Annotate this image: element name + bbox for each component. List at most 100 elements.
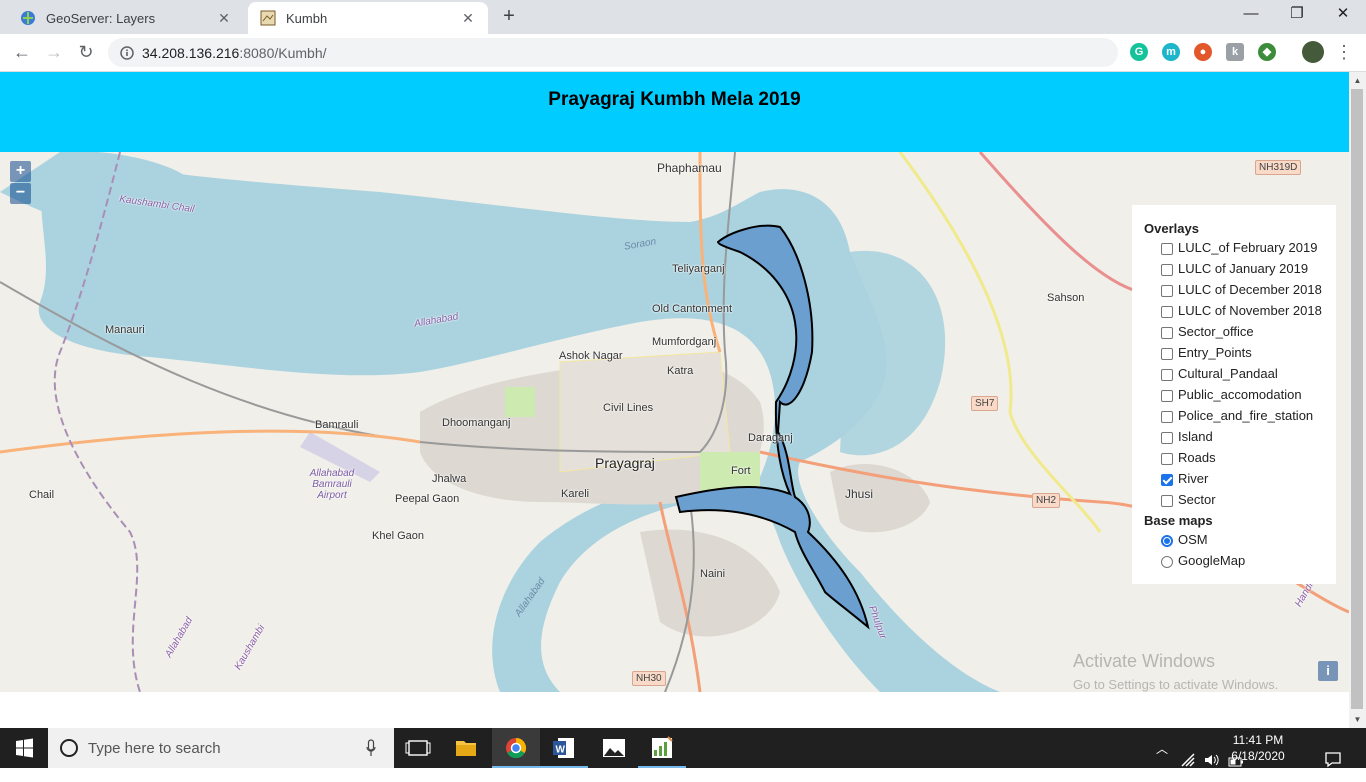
volume-icon[interactable] [1203,740,1221,780]
overlay-checkbox[interactable] [1161,305,1173,318]
microphone-icon[interactable] [366,739,376,757]
overlay-row[interactable]: Cultural_Pandaal [1144,363,1336,384]
address-path: :8080/Kumbh/ [239,44,327,61]
overlay-checkbox[interactable] [1161,263,1173,276]
tab-title: GeoServer: Layers [46,10,156,26]
zoom-out-button[interactable]: − [10,183,31,204]
file-explorer-icon[interactable] [442,728,490,768]
map-label: Katra [667,365,694,377]
map-label: Jhusi [845,487,874,501]
basemaps-heading: Base maps [1144,513,1213,528]
attribution-info-button[interactable]: i [1318,661,1338,681]
road-shield: SH7 [971,396,999,411]
overlay-checkbox[interactable] [1161,242,1173,255]
overlay-row[interactable]: Police_and_fire_station [1144,405,1336,426]
menu-button[interactable]: ⋮ [1332,41,1356,65]
task-view-icon[interactable] [394,728,442,768]
basemap-radio[interactable] [1161,534,1173,547]
overlay-label: Entry_Points [1178,345,1252,360]
overlay-label: Police_and_fire_station [1178,408,1314,423]
reload-button[interactable]: ↻ [74,41,98,65]
minimize-button[interactable]: — [1228,0,1274,30]
notification-center-icon[interactable] [1324,739,1342,779]
overlay-label: LULC_of February 2019 [1178,240,1318,255]
tab-kumbh[interactable]: Kumbh ✕ [248,2,488,34]
map-label: Phaphamau [657,161,722,175]
overlay-label: LULC of January 2019 [1178,261,1309,276]
overlay-row[interactable]: Public_accomodation [1144,384,1336,405]
overlay-row[interactable]: Entry_Points [1144,342,1336,363]
overlay-checkbox[interactable] [1161,410,1173,423]
airport-label: Allahabad Bamrauli Airport [309,468,355,501]
overlay-checkbox[interactable] [1161,368,1173,381]
show-hidden-icons-icon[interactable]: ︿ [1156,740,1172,780]
map-label: Mumfordganj [652,336,717,348]
overlay-checkbox[interactable] [1161,326,1173,339]
map-label: Manauri [105,324,145,336]
tab-geoserver[interactable]: GeoServer: Layers ✕ [8,2,244,34]
taskbar-clock[interactable]: 11:41 PM 6/18/2020 [1222,732,1294,764]
overlay-row[interactable]: LULC of December 2018 [1144,279,1336,300]
overlay-row[interactable]: LULC of November 2018 [1144,300,1336,321]
profile-avatar[interactable] [1302,41,1324,63]
map-label: Fort [731,465,751,477]
restore-button[interactable]: ❐ [1274,0,1320,30]
overlay-row[interactable]: LULC_of February 2019 [1144,237,1336,258]
info-icon [120,45,134,60]
overlay-checkbox[interactable] [1161,284,1173,297]
overlay-checkbox[interactable] [1161,494,1173,507]
tab-close-icon[interactable]: ✕ [460,10,476,27]
extension-icon[interactable]: ● [1194,43,1212,61]
window-close-button[interactable]: ✕ [1320,0,1366,30]
overlay-row[interactable]: LULC of January 2019 [1144,258,1336,279]
kumbh-favicon-icon [260,10,276,26]
word-taskbar-item[interactable]: W [540,728,588,768]
zoom-control: + − [10,161,32,205]
overlay-checkbox[interactable] [1161,473,1173,486]
scroll-up-arrow-icon[interactable]: ▲ [1349,72,1366,89]
back-button[interactable]: ← [10,41,34,65]
extension-icon[interactable]: k [1226,43,1244,61]
project-taskbar-item[interactable] [638,728,686,768]
wifi-icon[interactable] [1180,740,1198,780]
new-tab-button[interactable]: + [498,6,520,28]
overlay-label: Public_accomodation [1178,387,1302,402]
address-bar[interactable]: 34.208.136.216:8080/Kumbh/ [108,38,1118,67]
overlay-list: LULC_of February 2019 LULC of January 201… [1144,237,1336,510]
map-label: Bamrauli [315,419,359,431]
photos-icon[interactable] [590,728,638,768]
map-label: Civil Lines [603,402,654,414]
map-viewport[interactable]: Phaphamau Teliyarganj Old Cantonment Mum… [0,152,1349,692]
green-patch [700,452,760,492]
page-scrollbar[interactable]: ▲ ▼ [1349,72,1366,728]
overlay-row[interactable]: River [1144,468,1336,489]
overlay-row[interactable]: Roads [1144,447,1336,468]
svg-text:W: W [556,745,566,756]
forward-button[interactable]: → [42,41,66,65]
overlay-checkbox[interactable] [1161,347,1173,360]
tab-close-icon[interactable]: ✕ [216,10,232,27]
basemap-label: GoogleMap [1178,553,1246,568]
overlay-checkbox[interactable] [1161,389,1173,402]
windows-start-icon[interactable] [0,728,48,768]
overlay-row[interactable]: Island [1144,426,1336,447]
taskbar-search-box[interactable]: Type here to search [48,728,394,768]
zoom-in-button[interactable]: + [10,161,31,182]
grammarly-extension-icon[interactable]: G [1130,43,1148,61]
overlay-checkbox[interactable] [1161,431,1173,444]
m-extension-icon[interactable]: m [1162,43,1180,61]
address-host: 34.208.136.216 [142,44,240,61]
basemap-list: OSM GoogleMap [1144,529,1336,571]
chrome-taskbar-item[interactable] [492,728,540,768]
extension-icon[interactable]: ◆ [1258,43,1276,61]
overlay-row[interactable]: Sector [1144,489,1336,510]
scroll-thumb[interactable] [1351,89,1363,709]
basemap-radio[interactable] [1161,555,1173,568]
activate-windows-subtext: Go to Settings to activate Windows. [1073,677,1279,692]
scroll-down-arrow-icon[interactable]: ▼ [1349,711,1366,728]
basemap-row[interactable]: OSM [1144,529,1336,550]
overlay-row[interactable]: Sector_office [1144,321,1336,342]
basemap-row[interactable]: GoogleMap [1144,550,1336,571]
overlay-label: Island [1178,429,1213,444]
overlay-checkbox[interactable] [1161,452,1173,465]
